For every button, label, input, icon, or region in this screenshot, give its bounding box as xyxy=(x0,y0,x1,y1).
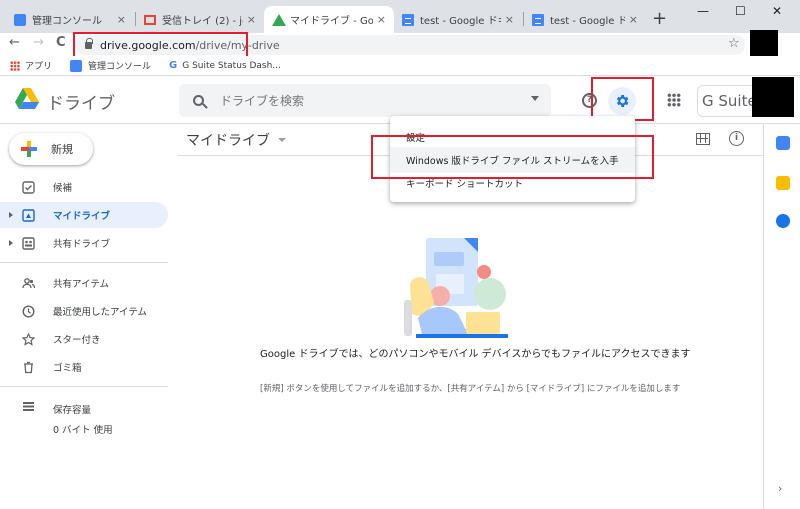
apps-grid-icon xyxy=(10,60,20,71)
shared-drives-icon xyxy=(22,236,35,250)
sidebar-item-label: 最近使用したアイテム xyxy=(53,307,148,318)
drive-search-box[interactable] xyxy=(179,84,551,117)
docs-icon xyxy=(402,13,414,26)
sidebar-item-recent[interactable]: 最近使用したアイテム xyxy=(0,298,168,324)
close-tab-icon[interactable]: × xyxy=(247,13,256,26)
bookmark-apps[interactable]: アプリ xyxy=(10,59,52,72)
sidebar-item-shared-with-me[interactable]: 共有アイテム xyxy=(0,270,168,296)
sidebar-item-starred[interactable]: スター付き xyxy=(0,326,168,352)
back-icon[interactable]: ← xyxy=(9,35,20,50)
menu-highlight-box xyxy=(371,135,654,179)
new-tab-button[interactable]: + xyxy=(652,8,667,29)
sidebar-divider xyxy=(0,386,168,387)
sidebar-item-label: 共有ドライブ xyxy=(53,239,111,250)
trash-icon xyxy=(24,361,33,373)
tab-title: マイドライブ - Google ド xyxy=(290,16,373,27)
chevron-right-icon[interactable]: › xyxy=(778,482,782,495)
bookmark-gsuite-status[interactable]: G G Suite Status Dash... xyxy=(169,60,281,71)
google-g-icon: G xyxy=(169,60,178,71)
drive-icon xyxy=(272,13,286,26)
reload-icon[interactable]: C xyxy=(56,35,66,50)
drive-brand-title[interactable]: ドライブ xyxy=(47,89,115,114)
storage-icon xyxy=(23,402,34,411)
clock-icon xyxy=(22,304,35,318)
star-icon xyxy=(22,332,35,346)
my-drive-icon xyxy=(22,208,35,222)
empty-state-illustration xyxy=(404,238,508,338)
redacted-profile xyxy=(750,30,778,57)
storage-used: 0 バイト 使用 xyxy=(53,425,113,436)
sidebar-item-label: スター付き xyxy=(53,335,101,346)
tab-title: test - Google ドキュメン xyxy=(550,16,625,27)
close-tab-icon[interactable]: × xyxy=(377,13,386,26)
info-icon[interactable]: i xyxy=(729,131,744,146)
chevron-down-icon xyxy=(278,138,286,142)
close-tab-icon[interactable]: × xyxy=(629,13,638,26)
docs-icon xyxy=(532,13,544,26)
tab-docs-1[interactable]: test - Google ドキュメン × xyxy=(394,6,522,33)
tasks-icon[interactable] xyxy=(776,214,790,228)
bookmarks-bar: アプリ 管理コンソール G G Suite Status Dash... xyxy=(0,56,800,76)
tab-admin-console[interactable]: 管理コンソール × xyxy=(6,6,134,33)
tab-my-drive[interactable]: マイドライブ - Google ド × xyxy=(264,6,394,33)
sidebar-item-my-drive[interactable]: マイドライブ xyxy=(0,202,168,228)
shared-with-me-icon xyxy=(22,277,35,288)
tab-gmail[interactable]: 受信トレイ (2) - john.sm × xyxy=(136,6,264,33)
bookmark-label: 管理コンソール xyxy=(88,62,152,72)
drive-logo-icon[interactable] xyxy=(15,88,39,109)
search-options-icon[interactable] xyxy=(531,96,539,101)
forward-icon[interactable]: → xyxy=(33,35,44,50)
tab-title: test - Google ドキュメン xyxy=(420,16,501,27)
maximize-icon[interactable]: ☐ xyxy=(735,4,746,18)
new-button-label: 新規 xyxy=(51,143,73,156)
bookmark-label: アプリ xyxy=(25,62,53,72)
storage-label[interactable]: 保存容量 xyxy=(53,402,91,416)
sidebar-item-label: 候補 xyxy=(53,183,73,194)
google-apps-icon[interactable] xyxy=(667,93,681,107)
sidebar-item-priority[interactable]: 候補 xyxy=(0,174,168,200)
gmail-icon xyxy=(144,14,156,26)
side-panel: › xyxy=(763,124,800,509)
sidebar-item-label: マイドライブ xyxy=(53,211,111,222)
sidebar-item-shared-drives[interactable]: 共有ドライブ xyxy=(0,230,168,256)
expand-arrow-icon[interactable] xyxy=(9,212,13,218)
sidebar-item-trash[interactable]: ゴミ箱 xyxy=(0,354,168,380)
tab-title: 管理コンソール xyxy=(32,16,102,27)
sidebar-divider xyxy=(0,262,168,263)
close-window-icon[interactable]: ✕ xyxy=(772,4,782,18)
sidebar-item-label: 共有アイテム xyxy=(53,279,110,290)
bookmark-star-icon[interactable]: ☆ xyxy=(728,36,740,51)
drive-sidebar: 新規 候補 マイドライブ 共有ドライブ 共有アイテム 最近使用したアイテム スタ… xyxy=(0,124,178,509)
keep-icon[interactable] xyxy=(776,176,790,190)
priority-icon xyxy=(22,180,35,194)
url-highlight-box xyxy=(73,32,248,58)
close-tab-icon[interactable]: × xyxy=(505,13,514,26)
page-title: マイドライブ xyxy=(186,133,270,149)
calendar-icon[interactable] xyxy=(776,136,790,150)
tab-title: 受信トレイ (2) - john.sm xyxy=(162,16,243,27)
admin-console-icon xyxy=(70,59,83,72)
admin-console-icon xyxy=(14,13,26,26)
bookmark-admin-console[interactable]: 管理コンソール xyxy=(70,59,151,72)
browser-tab-strip: 管理コンソール × 受信トレイ (2) - john.sm × マイドライブ -… xyxy=(0,0,800,33)
bookmark-label: G Suite Status Dash... xyxy=(182,60,281,71)
tab-docs-2[interactable]: test - Google ドキュメン × xyxy=(524,6,646,33)
gsuite-label: G Suite xyxy=(702,92,757,110)
minimize-icon[interactable]: — xyxy=(697,4,709,18)
empty-state-title: Google ドライブでは、どのパソコンやモバイル デバイスからでもファイルにア… xyxy=(260,349,691,360)
close-tab-icon[interactable]: × xyxy=(117,13,126,26)
expand-arrow-icon[interactable] xyxy=(9,240,13,246)
sidebar-item-label: ゴミ箱 xyxy=(53,363,82,374)
location-title[interactable]: マイドライブ xyxy=(186,130,286,150)
redacted-avatar xyxy=(752,77,794,117)
plus-icon xyxy=(21,141,37,157)
settings-highlight-box xyxy=(591,77,654,121)
new-button[interactable]: 新規 xyxy=(9,133,93,165)
empty-state-description: [新規] ボタンを使用してファイルを追加するか、[共有アイテム] から [マイド… xyxy=(260,384,681,394)
search-icon[interactable] xyxy=(193,95,204,106)
search-input[interactable] xyxy=(220,93,520,108)
grid-view-icon[interactable] xyxy=(696,133,710,145)
